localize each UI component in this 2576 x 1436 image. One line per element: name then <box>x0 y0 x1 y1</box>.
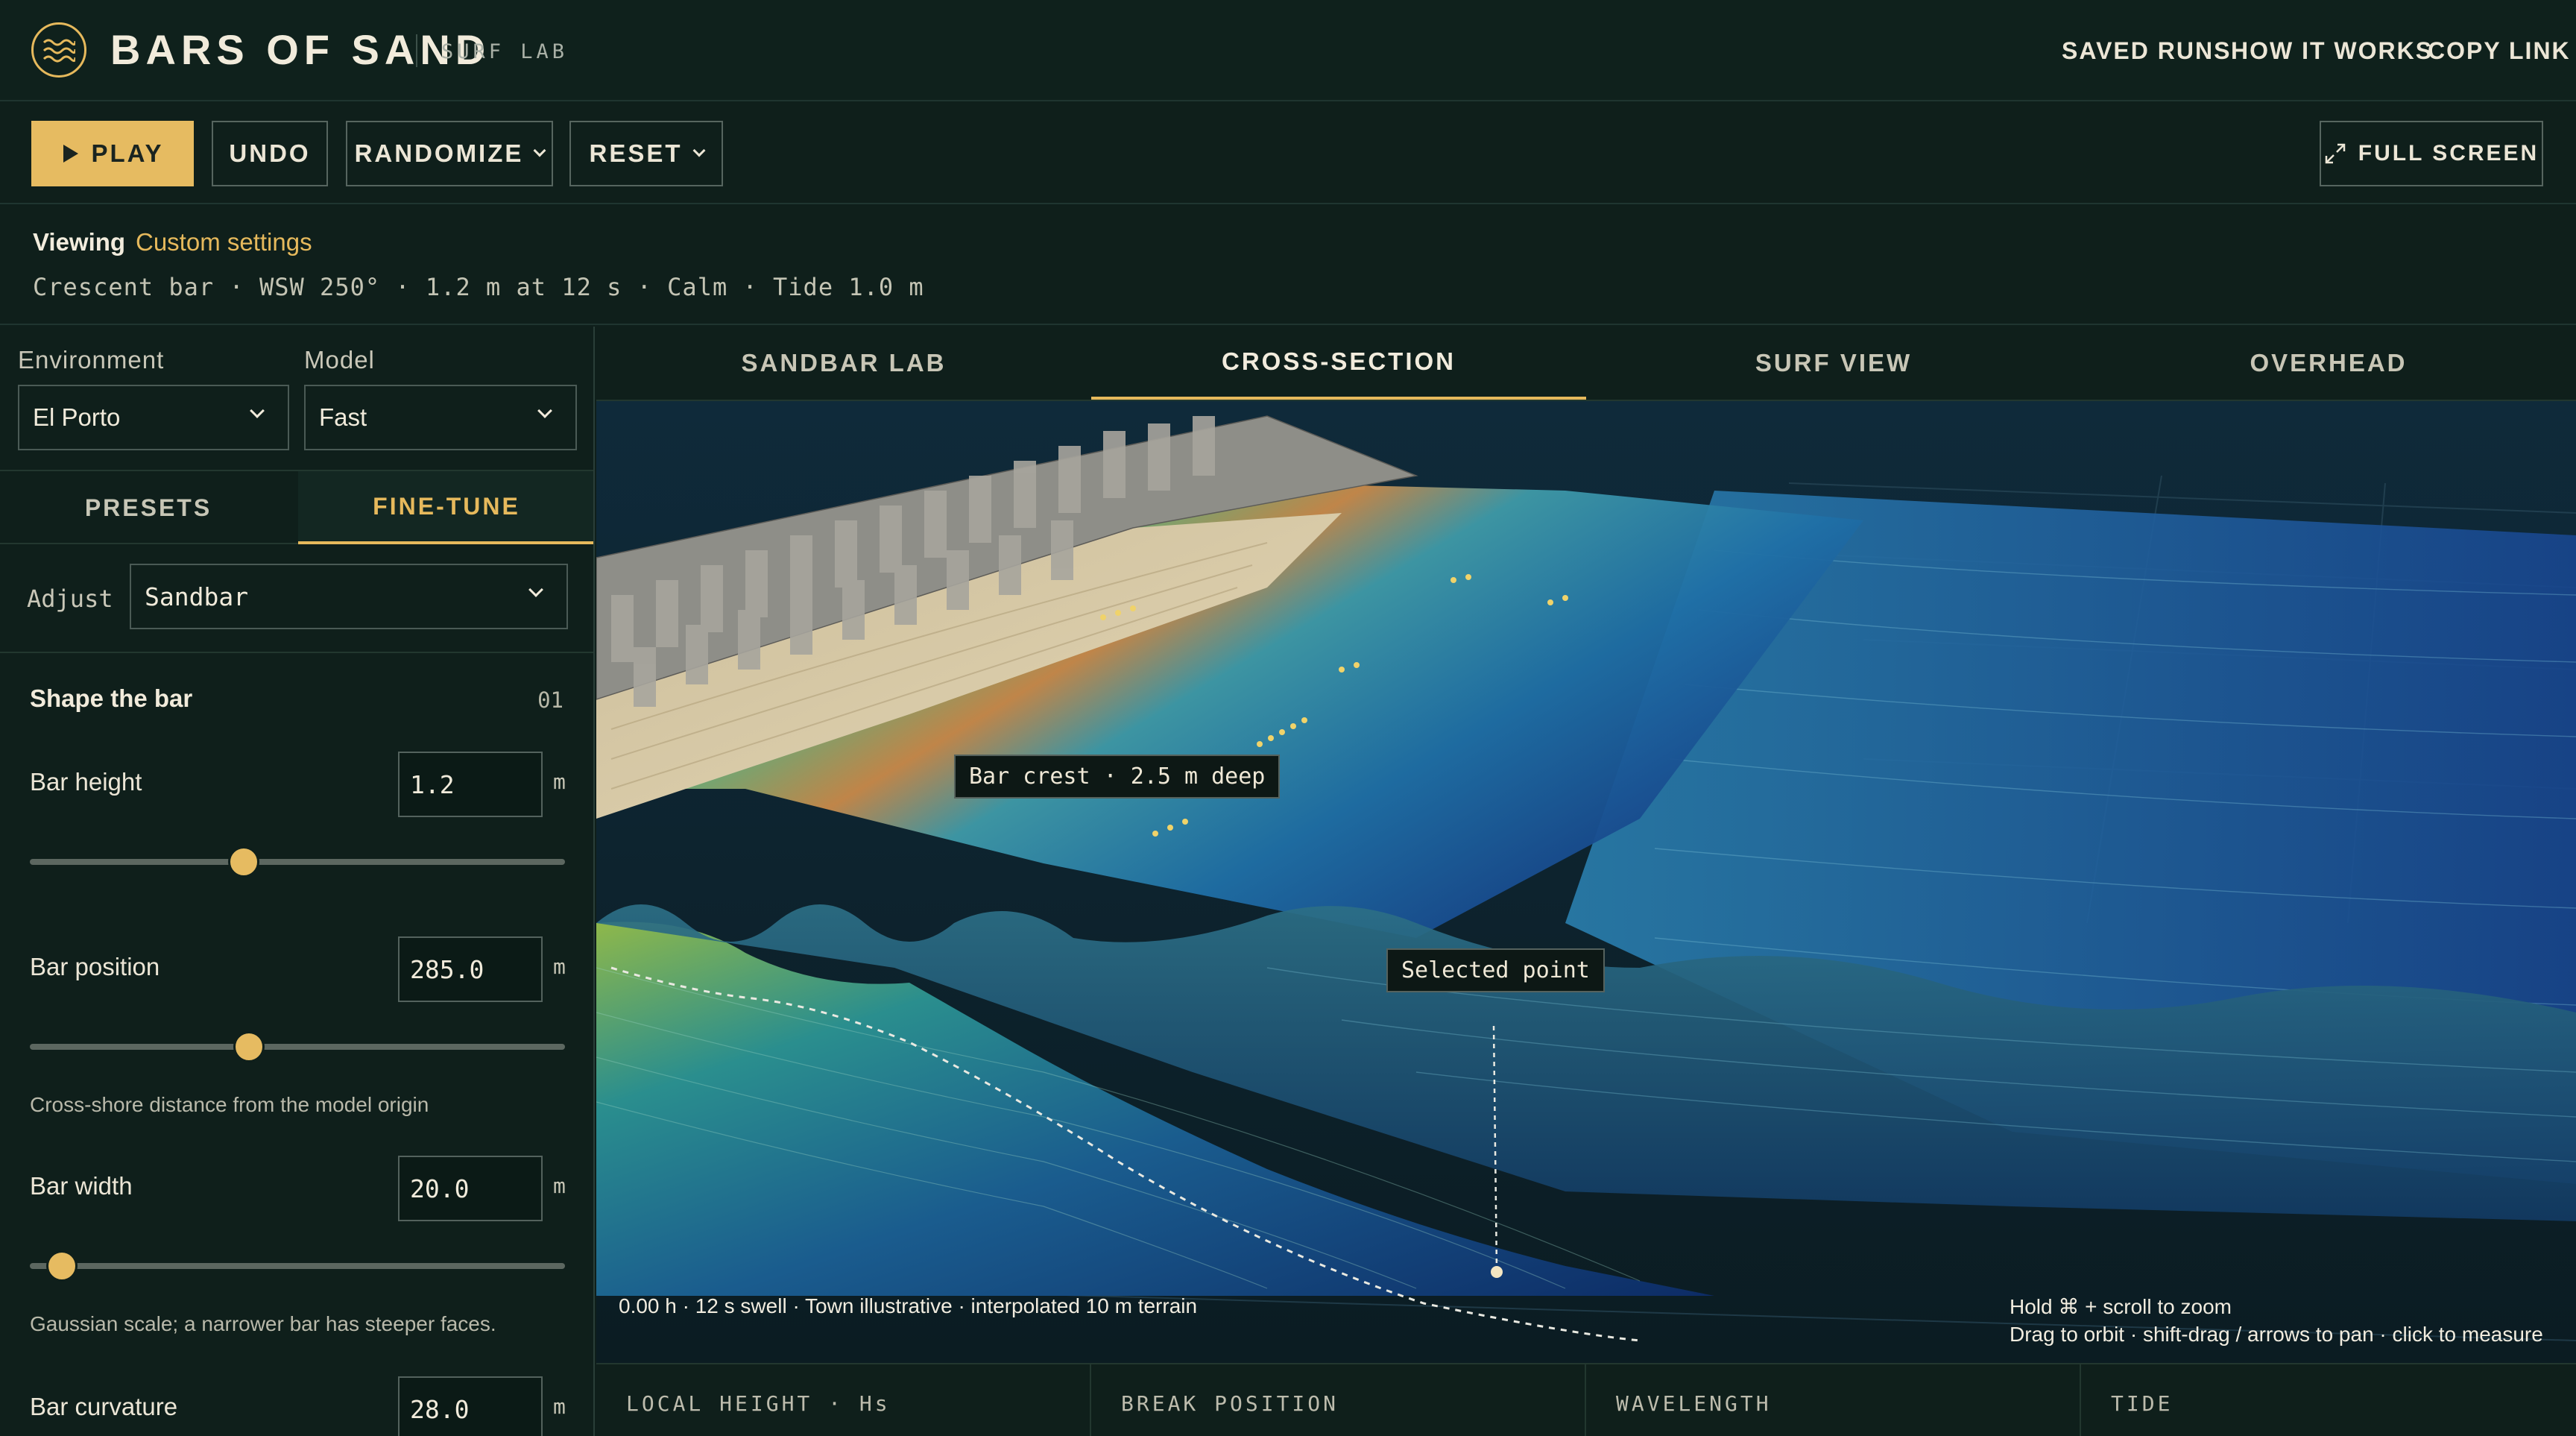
undo-button[interactable]: UNDO <box>212 121 328 186</box>
bar-position-hint: Cross-shore distance from the model orig… <box>30 1093 429 1116</box>
bar-height-slider[interactable] <box>30 846 565 878</box>
bar-height-slider-thumb[interactable] <box>228 846 260 878</box>
adjust-row: Adjust Sandbar <box>0 544 593 653</box>
brand-subtitle: SURF LAB <box>441 40 569 63</box>
bar-position-slider-thumb[interactable] <box>233 1031 265 1062</box>
bar-width-hint: Gaussian scale; a narrower bar has steep… <box>30 1312 496 1335</box>
bar-crest-tooltip: Bar crest · 2.5 m deep <box>954 755 1281 799</box>
selected-point-tooltip: Selected point <box>1386 948 1605 992</box>
chevron-down-icon <box>537 403 552 418</box>
viewing-value: Custom settings <box>136 228 312 256</box>
bar-width-input[interactable]: 20.0 <box>398 1156 543 1221</box>
tab-fine-tune[interactable]: FINE-TUNE <box>298 471 593 544</box>
environment-value: El Porto <box>33 403 121 431</box>
viewing-summary: Viewing Custom settings Crescent bar · W… <box>0 206 2576 325</box>
bar-width-label: Bar width <box>30 1172 133 1200</box>
stat-break-position-label: BREAK POSITION <box>1121 1391 1339 1416</box>
viewer-panel: SANDBAR LAB CROSS-SECTION SURF VIEW OVER… <box>596 327 2576 1436</box>
reset-label: RESET <box>589 139 683 167</box>
stat-wavelength-label: WAVELENGTH <box>1616 1391 1772 1416</box>
nav-how-it-works[interactable]: HOW IT WORKS <box>2231 37 2433 65</box>
logo-waves-icon[interactable] <box>31 22 86 78</box>
stats-bar: LOCAL HEIGHT · Hs BREAK POSITION WAVELEN… <box>596 1363 2576 1436</box>
top-nav: BARS OF SAND SURF LAB SAVED RUNS HOW IT … <box>0 0 2576 101</box>
bar-curvature-label: Bar curvature <box>30 1393 178 1420</box>
brand-divider <box>416 34 417 67</box>
environment-select[interactable]: El Porto <box>18 385 289 450</box>
stat-tide: TIDE <box>2081 1364 2576 1436</box>
chevron-down-icon <box>533 144 546 157</box>
scene-status-text: 0.00 h · 12 s swell · Town illustrative … <box>619 1294 1198 1317</box>
randomize-label: RANDOMIZE <box>354 139 524 167</box>
viewing-detail: Crescent bar · WSW 250° · 1.2 m at 12 s … <box>33 273 924 301</box>
environment-label: Environment <box>18 346 165 374</box>
tab-overhead[interactable]: OVERHEAD <box>2081 327 2576 400</box>
chevron-down-icon <box>692 144 706 157</box>
bar-position-slider[interactable] <box>30 1031 565 1062</box>
zoom-hint: Hold ⌘ + scroll to zoom <box>2010 1295 2232 1318</box>
viewing-label: Viewing <box>33 228 126 256</box>
play-icon <box>63 145 78 163</box>
tab-cross-section[interactable]: CROSS-SECTION <box>1091 327 1586 400</box>
bar-height-input[interactable]: 1.2 <box>398 752 543 817</box>
expand-icon <box>2325 143 2346 164</box>
bar-curvature-input[interactable]: 28.0 <box>398 1376 543 1436</box>
toolbar: PLAY UNDO RANDOMIZE RESET FULL SCREEN <box>0 103 2576 204</box>
tab-sandbar-lab[interactable]: SANDBAR LAB <box>596 327 1091 400</box>
fullscreen-button[interactable]: FULL SCREEN <box>2320 121 2543 186</box>
section-number: 01 <box>537 687 564 713</box>
adjust-select[interactable]: Sandbar <box>130 564 568 629</box>
model-value: Fast <box>319 403 367 431</box>
bar-width-slider[interactable] <box>30 1250 565 1282</box>
tab-surf-view[interactable]: SURF VIEW <box>1586 327 2081 400</box>
bar-height-unit: m <box>553 769 566 794</box>
bar-position-input[interactable]: 285.0 <box>398 936 543 1002</box>
chevron-down-icon <box>528 582 543 597</box>
model-label: Model <box>304 346 375 374</box>
chevron-down-icon <box>250 403 265 418</box>
randomize-button[interactable]: RANDOMIZE <box>346 121 553 186</box>
viewer-tabs: SANDBAR LAB CROSS-SECTION SURF VIEW OVER… <box>596 327 2576 401</box>
bar-width-unit: m <box>553 1174 566 1198</box>
fullscreen-label: FULL SCREEN <box>2358 141 2539 166</box>
play-label: PLAY <box>91 139 164 167</box>
orbit-hint: Drag to orbit · shift-drag / arrows to p… <box>2010 1323 2543 1346</box>
undo-label: UNDO <box>229 139 311 167</box>
reset-button[interactable]: RESET <box>569 121 723 186</box>
stat-wavelength: WAVELENGTH <box>1586 1364 2081 1436</box>
bar-curvature-unit: m <box>553 1394 566 1419</box>
terrain-3d-canvas[interactable] <box>596 401 2576 1363</box>
stat-break-position: BREAK POSITION <box>1091 1364 1586 1436</box>
tab-presets[interactable]: PRESETS <box>0 471 297 544</box>
stat-local-height-label: LOCAL HEIGHT · Hs <box>626 1391 891 1416</box>
model-select[interactable]: Fast <box>304 385 577 450</box>
brand-name[interactable]: BARS OF SAND <box>110 25 490 74</box>
nav-saved-runs[interactable]: SAVED RUNS <box>2062 37 2231 65</box>
adjust-label: Adjust <box>27 585 113 613</box>
bar-height-label: Bar height <box>30 768 142 796</box>
section-title: Shape the bar <box>30 684 193 712</box>
bar-position-label: Bar position <box>30 953 160 980</box>
stat-tide-label: TIDE <box>2111 1391 2174 1416</box>
bar-position-unit: m <box>553 954 566 979</box>
nav-copy-link[interactable]: COPY LINK <box>2428 37 2571 65</box>
adjust-value: Sandbar <box>145 582 249 611</box>
sidebar: Environment Model El Porto Fast PRESETS … <box>0 327 595 1436</box>
stat-local-height: LOCAL HEIGHT · Hs <box>596 1364 1091 1436</box>
panel-tabs: PRESETS FINE-TUNE <box>0 470 593 544</box>
play-button[interactable]: PLAY <box>31 121 194 186</box>
bar-width-slider-thumb[interactable] <box>46 1250 78 1282</box>
